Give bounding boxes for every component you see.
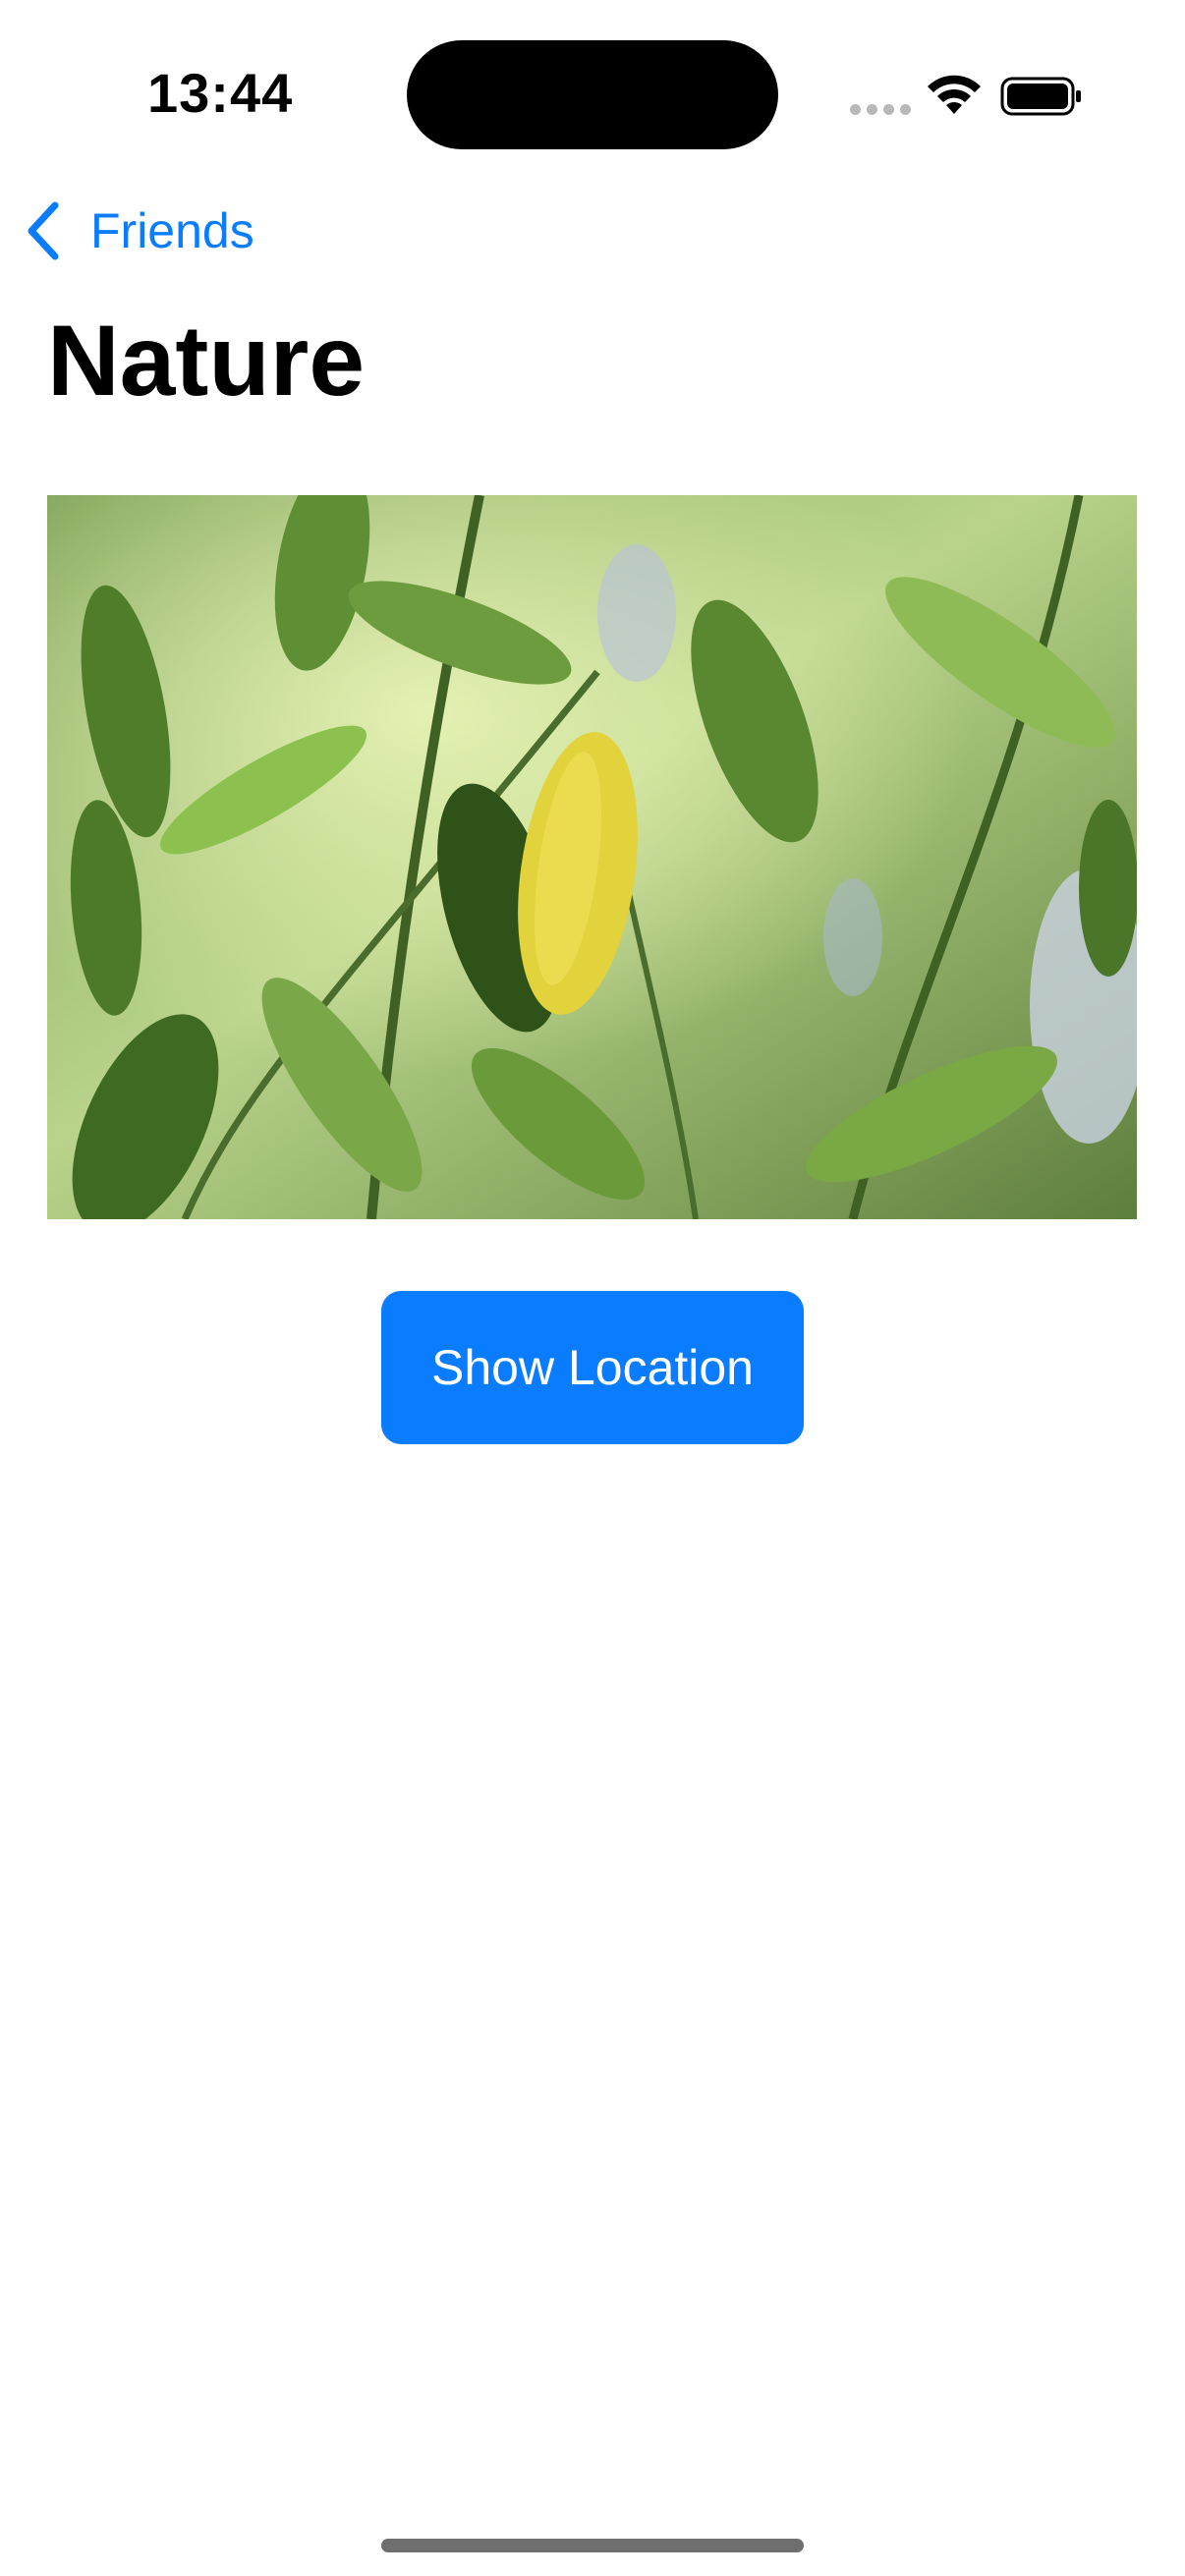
show-location-button[interactable]: Show Location [381,1291,804,1444]
home-indicator[interactable] [381,2539,804,2552]
page-title: Nature [47,305,366,417]
status-time: 13:44 [147,62,294,124]
nature-photo [47,495,1137,1219]
back-button[interactable]: Friends [24,196,254,265]
back-button-label: Friends [90,203,254,258]
dynamic-island [407,40,778,149]
chevron-left-icon [28,201,59,260]
battery-icon [1000,77,1081,116]
wifi-icon [928,75,981,114]
cellular-signal-icon [850,104,911,115]
